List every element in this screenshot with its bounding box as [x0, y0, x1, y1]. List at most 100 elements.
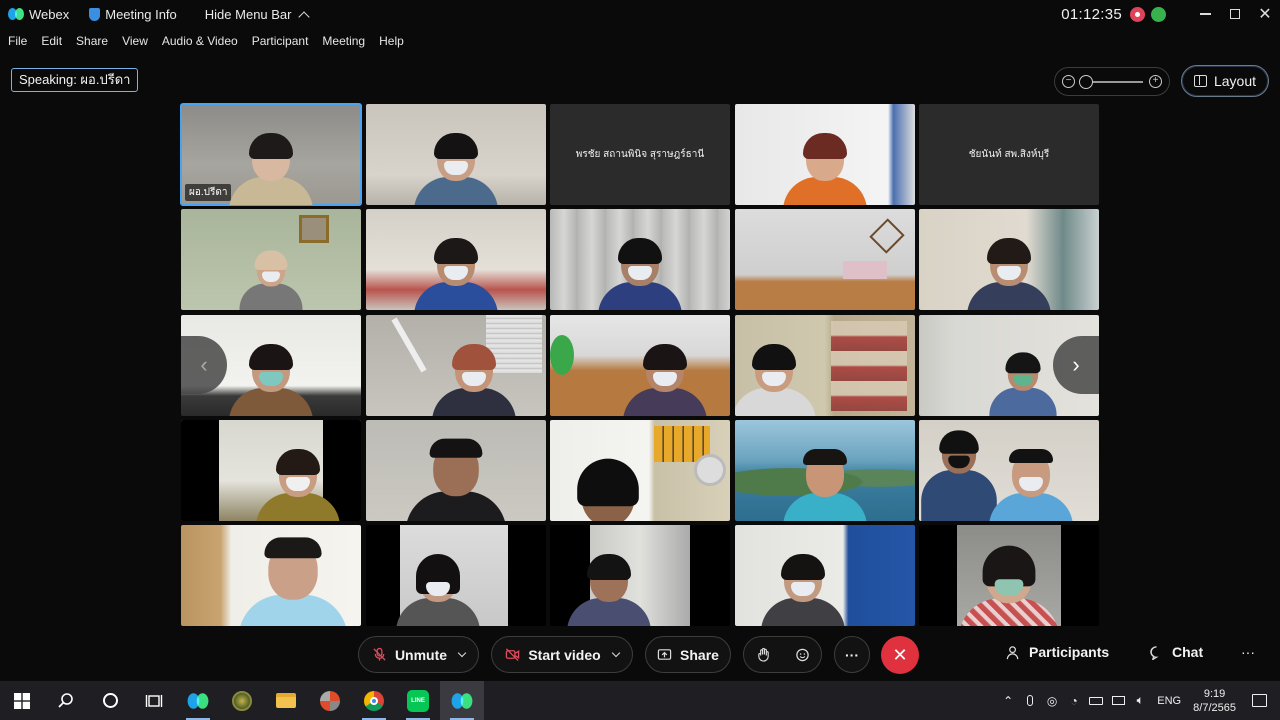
chevron-left-icon: ‹: [200, 352, 208, 377]
task-view-button[interactable]: [132, 681, 176, 720]
webex-app-label[interactable]: Webex: [8, 7, 69, 22]
wifi-tray-icon[interactable]: ◔: [1063, 681, 1085, 720]
video-tile-speaker[interactable]: ผอ.ปรีดา: [180, 103, 362, 206]
zoom-in-icon[interactable]: +: [1149, 75, 1162, 88]
taskbar-app-media[interactable]: [308, 681, 352, 720]
video-tile[interactable]: [550, 419, 730, 521]
video-tile[interactable]: [734, 314, 915, 416]
video-tile[interactable]: [365, 209, 546, 311]
taskbar-file-explorer[interactable]: [264, 681, 308, 720]
video-tile[interactable]: [550, 314, 730, 416]
video-tile[interactable]: [734, 104, 915, 205]
video-tile[interactable]: [365, 104, 546, 205]
video-tile[interactable]: [734, 419, 915, 521]
folder-icon: [276, 693, 296, 708]
system-clock[interactable]: 9:19 8/7/2565: [1193, 687, 1236, 715]
taskbar-webex-meeting[interactable]: [440, 681, 484, 720]
unmute-button[interactable]: Unmute: [358, 636, 479, 673]
video-tile[interactable]: [550, 525, 730, 626]
meeting-timer: 01:12:35: [1061, 5, 1122, 23]
menu-help[interactable]: Help: [379, 34, 404, 48]
more-panels-button[interactable]: ···: [1241, 644, 1255, 660]
video-tile[interactable]: [550, 209, 730, 311]
zoom-slider[interactable]: [1079, 74, 1143, 89]
meeting-info-button[interactable]: Meeting Info: [89, 7, 177, 22]
taskbar-app-globe[interactable]: [220, 681, 264, 720]
video-tile[interactable]: [919, 419, 1099, 521]
chevron-down-icon[interactable]: [611, 648, 620, 657]
menu-view[interactable]: View: [122, 34, 148, 48]
taskbar-chrome[interactable]: [352, 681, 396, 720]
meeting-info-label: Meeting Info: [105, 6, 177, 22]
more-options-button[interactable]: ···: [834, 636, 870, 673]
show-hidden-icons-chevron-icon[interactable]: ⌃: [997, 681, 1019, 720]
zoom-control[interactable]: − +: [1054, 67, 1170, 96]
zoom-slider-handle[interactable]: [1079, 74, 1093, 89]
reactions-icon[interactable]: [795, 647, 810, 662]
chat-button[interactable]: Chat: [1149, 644, 1203, 660]
video-tile[interactable]: [181, 209, 361, 311]
layout-label: Layout: [1213, 73, 1257, 89]
chevron-right-icon: ›: [1072, 352, 1080, 377]
video-tile[interactable]: [365, 525, 546, 626]
menu-audio-video[interactable]: Audio & Video: [162, 34, 238, 48]
battery-tray-icon[interactable]: [1085, 681, 1107, 720]
video-tile[interactable]: [365, 419, 546, 521]
zoom-out-icon[interactable]: −: [1062, 75, 1075, 88]
video-tile[interactable]: [734, 209, 915, 311]
search-button[interactable]: [44, 681, 88, 720]
video-tile[interactable]: [919, 209, 1099, 311]
windows-taskbar: LINE ⌃ ◎ ◔ 🔈︎ ENG 9:19 8/7/2565: [0, 681, 1280, 720]
participant-figure: [782, 133, 867, 205]
hide-menu-bar-button[interactable]: Hide Menu Bar: [205, 7, 310, 23]
task-view-icon: [145, 694, 163, 707]
video-tile[interactable]: [365, 314, 546, 416]
clock-time: 9:19: [1203, 687, 1226, 700]
network-tray-icon[interactable]: [1107, 681, 1129, 720]
video-tile-no-video[interactable]: ชัยนันท์ สพ.สิงห์บุรี: [919, 104, 1099, 205]
title-bar-right: 01:12:35 ✕: [1061, 0, 1280, 28]
menu-meeting[interactable]: Meeting: [322, 34, 365, 48]
video-tile[interactable]: [919, 525, 1099, 626]
start-button[interactable]: [0, 681, 44, 720]
language-indicator[interactable]: ENG: [1151, 681, 1187, 720]
shield-icon: [89, 7, 101, 21]
chevron-down-icon[interactable]: [457, 648, 467, 657]
participant-figure: [237, 537, 348, 626]
menu-share[interactable]: Share: [76, 34, 108, 48]
globe-app-icon: [232, 690, 252, 711]
participant-figure: [988, 448, 1073, 521]
start-video-button[interactable]: Start video: [491, 636, 633, 673]
camera-tray-icon[interactable]: ◎: [1041, 681, 1063, 720]
end-meeting-button[interactable]: ✕: [881, 636, 919, 674]
media-app-icon: [320, 690, 340, 711]
recording-indicator-icon[interactable]: [1130, 6, 1145, 22]
video-tile[interactable]: [734, 525, 915, 626]
video-tile[interactable]: [181, 419, 361, 521]
cortana-button[interactable]: [88, 681, 132, 720]
participants-button[interactable]: Participants: [1006, 644, 1109, 660]
layout-button[interactable]: Layout: [1181, 65, 1269, 97]
taskbar-line[interactable]: LINE: [396, 681, 440, 720]
raise-hand-icon[interactable]: [756, 647, 771, 662]
share-button[interactable]: Share: [645, 636, 731, 673]
app-name: Webex: [29, 6, 70, 22]
more-options-icon: ···: [845, 646, 859, 663]
menu-edit[interactable]: Edit: [41, 34, 62, 48]
notification-center-icon[interactable]: [1248, 681, 1270, 720]
menu-participant[interactable]: Participant: [252, 34, 309, 48]
close-window-button[interactable]: ✕: [1250, 0, 1280, 28]
participant-figure: [967, 238, 1051, 311]
participant-figure: [760, 554, 845, 626]
volume-tray-icon[interactable]: 🔈︎: [1129, 681, 1151, 720]
webex-logo-icon: [187, 692, 209, 709]
video-tile[interactable]: [181, 525, 361, 626]
minimize-button[interactable]: [1190, 0, 1220, 28]
network-status-icon[interactable]: [1151, 6, 1166, 22]
participant-figure: [395, 554, 480, 626]
taskbar-webex[interactable]: [176, 681, 220, 720]
menu-file[interactable]: File: [8, 34, 27, 48]
maximize-button[interactable]: [1220, 0, 1250, 28]
video-tile-no-video[interactable]: พรชัย สถานพินิจ สุราษฎร์ธานี: [550, 104, 730, 205]
microphone-tray-icon[interactable]: [1019, 681, 1041, 720]
